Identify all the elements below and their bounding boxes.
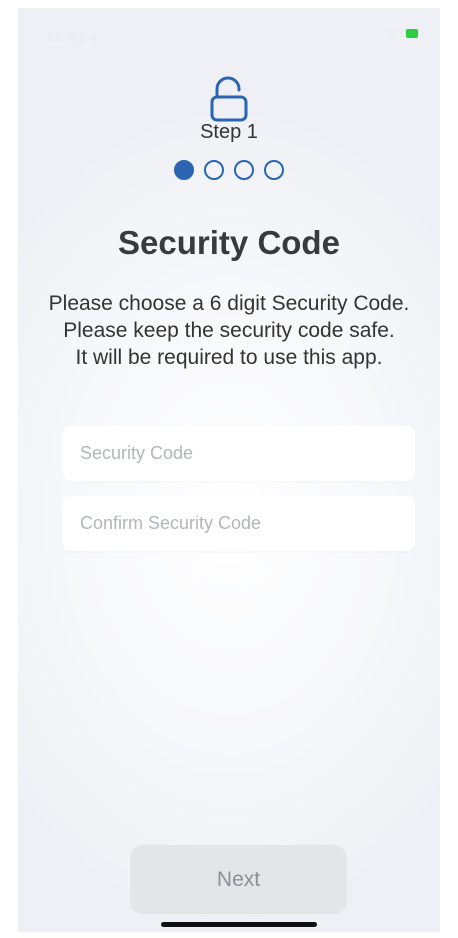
- security-code-input[interactable]: [62, 426, 415, 481]
- step-label: Step 1: [200, 121, 258, 143]
- lock-open-icon: [210, 76, 248, 122]
- description: Please choose a 6 digit Security Code. P…: [48, 290, 410, 371]
- app-screen: 19:32 ◂ Step 1 Security Code Please choo…: [18, 8, 440, 932]
- step-indicator: [18, 160, 440, 180]
- step-dot-1: [174, 160, 194, 180]
- status-icons: [385, 28, 418, 39]
- description-line-3: It will be required to use this app.: [75, 346, 383, 369]
- security-code-field: [62, 426, 415, 481]
- next-button[interactable]: Next: [130, 845, 347, 914]
- battery-icon: [406, 29, 418, 38]
- home-indicator: [161, 922, 317, 927]
- description-line-1: Please choose a 6 digit Security Code.: [48, 292, 410, 315]
- status-time: 19:32 ◂: [46, 29, 97, 46]
- step-dot-4: [264, 160, 284, 180]
- status-bar: 19:32 ◂: [18, 8, 440, 52]
- page-title: Security Code: [118, 224, 340, 261]
- wifi-icon: [385, 28, 400, 39]
- step-dot-2: [204, 160, 224, 180]
- confirm-security-code-input[interactable]: [62, 496, 415, 551]
- description-line-2: Please keep the security code safe.: [63, 319, 395, 342]
- confirm-security-code-field: [62, 496, 415, 551]
- step-dot-3: [234, 160, 254, 180]
